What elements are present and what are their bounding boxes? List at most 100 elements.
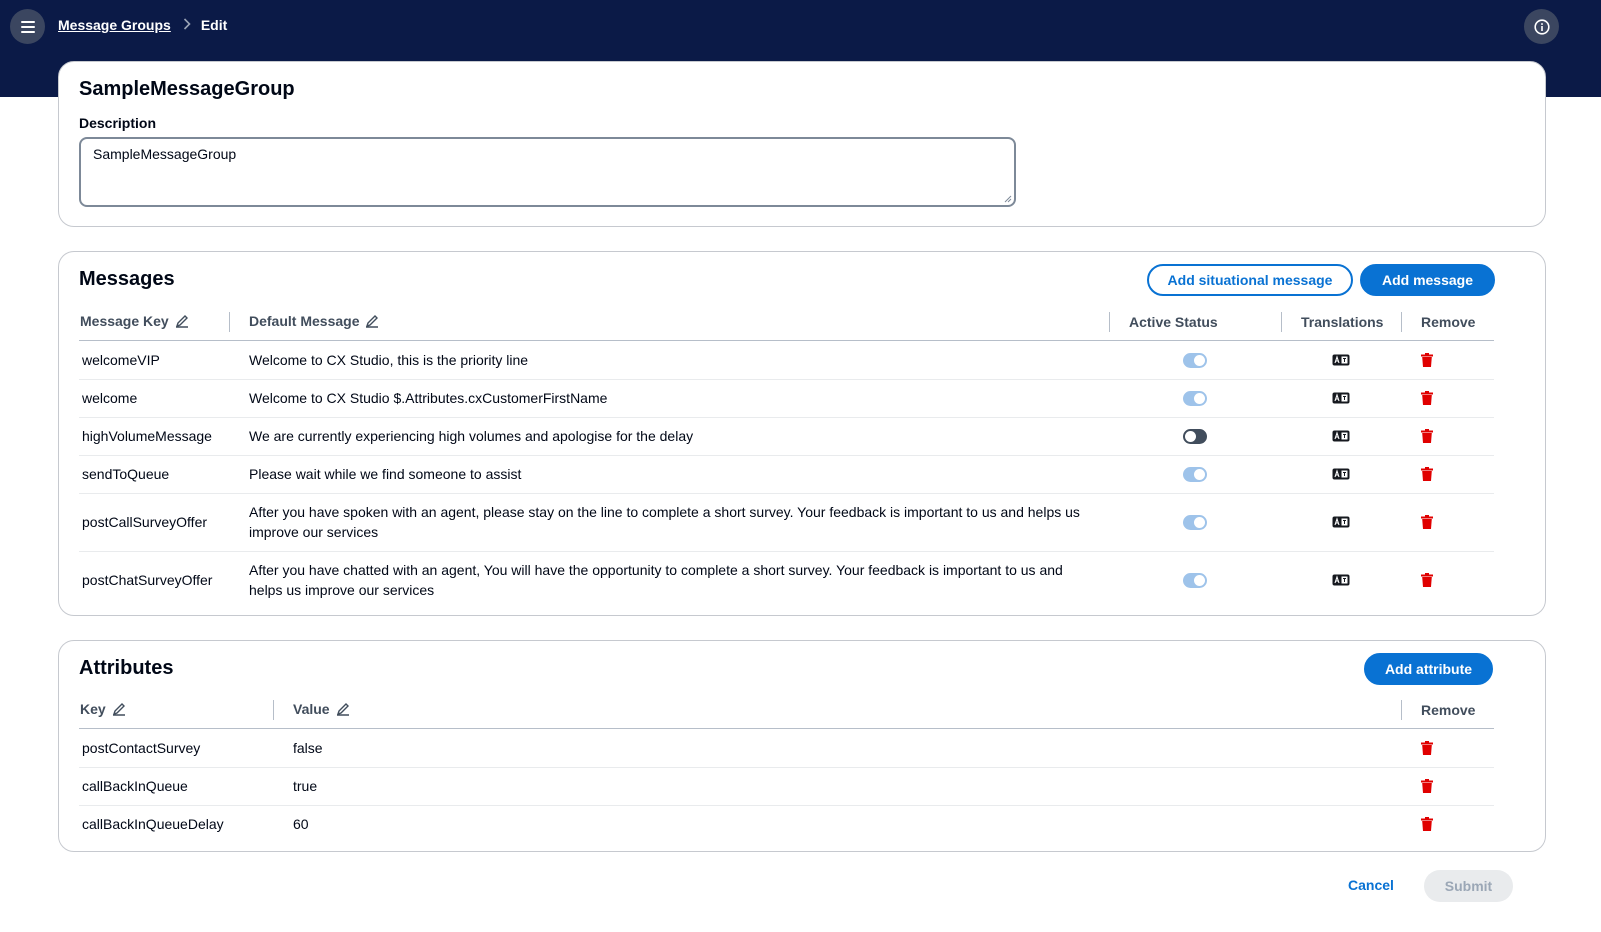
table-header-divider xyxy=(79,728,1494,729)
column-divider[interactable] xyxy=(229,312,230,332)
message-key-cell[interactable]: postChatSurveyOffer xyxy=(82,570,212,590)
column-header-key[interactable]: Key xyxy=(80,701,126,717)
active-status-toggle[interactable] xyxy=(1183,573,1207,588)
trash-icon[interactable] xyxy=(1421,779,1433,793)
messages-heading: Messages xyxy=(79,268,175,290)
trash-icon[interactable] xyxy=(1421,391,1433,405)
attribute-value-cell[interactable]: true xyxy=(293,776,317,796)
group-details-container: SampleMessageGroup Description SampleMes… xyxy=(58,61,1546,227)
trash-icon[interactable] xyxy=(1421,817,1433,831)
description-value: SampleMessageGroup xyxy=(93,146,237,162)
attributes-container: Attributes Add attribute Key Value Remov… xyxy=(58,640,1546,852)
row-divider xyxy=(79,551,1494,552)
translate-icon[interactable] xyxy=(1332,430,1350,442)
column-label: Message Key xyxy=(80,313,169,329)
top-navigation: Message Groups Edit xyxy=(0,0,1601,52)
toggle-knob xyxy=(1185,431,1196,442)
attribute-value-cell[interactable]: 60 xyxy=(293,814,309,834)
translate-icon[interactable] xyxy=(1332,468,1350,480)
message-key-cell[interactable]: welcome xyxy=(82,388,137,408)
attributes-heading: Attributes xyxy=(79,657,174,679)
column-divider[interactable] xyxy=(1401,312,1402,332)
breadcrumb-message-groups-link[interactable]: Message Groups xyxy=(58,17,171,33)
toggle-knob xyxy=(1194,355,1205,366)
breadcrumb: Message Groups Edit xyxy=(58,17,227,33)
translate-icon[interactable] xyxy=(1332,574,1350,586)
messages-container: Messages Add situational message Add mes… xyxy=(58,251,1546,616)
active-status-toggle[interactable] xyxy=(1183,429,1207,444)
row-divider xyxy=(79,805,1494,806)
description-textarea[interactable]: SampleMessageGroup xyxy=(79,137,1016,207)
menu-button[interactable] xyxy=(10,9,45,44)
breadcrumb-current: Edit xyxy=(200,17,228,33)
trash-icon[interactable] xyxy=(1421,467,1433,481)
group-name-heading: SampleMessageGroup xyxy=(79,78,295,100)
trash-icon[interactable] xyxy=(1421,741,1433,755)
trash-icon[interactable] xyxy=(1421,515,1433,529)
row-divider xyxy=(79,767,1494,768)
column-header-remove: Remove xyxy=(1421,702,1476,718)
toggle-knob xyxy=(1194,469,1205,480)
pencil-icon xyxy=(112,703,125,716)
default-message-cell[interactable]: Please wait while we find someone to ass… xyxy=(249,464,1099,484)
trash-icon[interactable] xyxy=(1421,429,1433,443)
active-status-toggle[interactable] xyxy=(1183,515,1207,530)
attribute-key-cell[interactable]: callBackInQueueDelay xyxy=(82,814,224,834)
row-divider xyxy=(79,417,1494,418)
column-divider[interactable] xyxy=(1401,700,1402,720)
active-status-toggle[interactable] xyxy=(1183,353,1207,368)
pencil-icon xyxy=(366,315,379,328)
active-status-toggle[interactable] xyxy=(1183,391,1207,406)
default-message-cell[interactable]: Welcome to CX Studio, this is the priori… xyxy=(249,350,1099,370)
column-divider[interactable] xyxy=(273,700,274,720)
pencil-icon xyxy=(336,703,349,716)
row-divider xyxy=(79,493,1494,494)
default-message-cell[interactable]: Welcome to CX Studio $.Attributes.cxCust… xyxy=(249,388,1099,408)
table-header-divider xyxy=(79,340,1494,341)
row-divider xyxy=(79,379,1494,380)
message-key-cell[interactable]: welcomeVIP xyxy=(82,350,160,370)
trash-icon[interactable] xyxy=(1421,573,1433,587)
info-button[interactable] xyxy=(1524,9,1559,44)
column-header-remove: Remove xyxy=(1421,314,1476,330)
message-key-cell[interactable]: postCallSurveyOffer xyxy=(82,512,207,532)
resize-handle-icon xyxy=(1004,195,1012,203)
attribute-key-cell[interactable]: callBackInQueue xyxy=(82,776,188,796)
toggle-knob xyxy=(1194,575,1205,586)
submit-button[interactable]: Submit xyxy=(1424,870,1513,902)
column-divider[interactable] xyxy=(1281,312,1282,332)
attribute-key-cell[interactable]: postContactSurvey xyxy=(82,738,200,758)
column-label: Key xyxy=(80,701,106,717)
column-label: Value xyxy=(293,701,330,717)
column-label: Default Message xyxy=(249,313,360,329)
column-header-value[interactable]: Value xyxy=(293,701,350,717)
add-message-button[interactable]: Add message xyxy=(1360,264,1495,296)
row-divider xyxy=(79,455,1494,456)
attribute-value-cell[interactable]: false xyxy=(293,738,323,758)
column-header-default-message[interactable]: Default Message xyxy=(249,313,379,329)
message-key-cell[interactable]: sendToQueue xyxy=(82,464,169,484)
pencil-icon xyxy=(175,315,188,328)
column-header-message-key[interactable]: Message Key xyxy=(80,313,189,329)
toggle-knob xyxy=(1194,393,1205,404)
default-message-cell[interactable]: After you have spoken with an agent, ple… xyxy=(249,502,1099,542)
column-header-translations[interactable]: Translations xyxy=(1301,314,1383,330)
column-header-active-status[interactable]: Active Status xyxy=(1129,314,1218,330)
trash-icon[interactable] xyxy=(1421,353,1433,367)
active-status-toggle[interactable] xyxy=(1183,467,1207,482)
translate-icon[interactable] xyxy=(1332,354,1350,366)
default-message-cell[interactable]: After you have chatted with an agent, Yo… xyxy=(249,560,1099,600)
add-attribute-button[interactable]: Add attribute xyxy=(1364,653,1493,685)
description-label: Description xyxy=(79,115,157,131)
add-situational-message-button[interactable]: Add situational message xyxy=(1147,264,1353,296)
info-icon xyxy=(1533,18,1550,35)
message-key-cell[interactable]: highVolumeMessage xyxy=(82,426,212,446)
cancel-button[interactable]: Cancel xyxy=(1348,877,1394,893)
toggle-knob xyxy=(1194,517,1205,528)
default-message-cell[interactable]: We are currently experiencing high volum… xyxy=(249,426,1099,446)
column-divider[interactable] xyxy=(1109,312,1110,332)
chevron-right-icon xyxy=(183,17,191,33)
translate-icon[interactable] xyxy=(1332,516,1350,528)
translate-icon[interactable] xyxy=(1332,392,1350,404)
hamburger-icon xyxy=(20,20,35,33)
